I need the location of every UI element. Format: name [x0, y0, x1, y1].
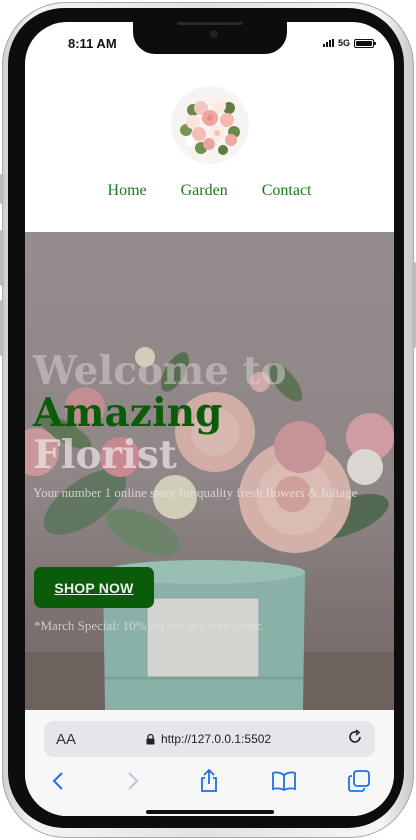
flower-bouquet-logo[interactable]	[171, 86, 249, 164]
home-indicator[interactable]	[146, 810, 274, 814]
shop-now-button[interactable]: SHOP NOW	[34, 567, 154, 608]
hero-banner: Welcome to Amazing Florist Your number 1…	[25, 232, 394, 710]
back-icon[interactable]	[45, 768, 71, 794]
nav-contact[interactable]: Contact	[262, 182, 312, 200]
tabs-icon[interactable]	[346, 768, 372, 794]
forward-icon[interactable]	[120, 768, 146, 794]
mute-switch	[0, 174, 4, 204]
volume-down-button	[0, 300, 4, 356]
text-size-button[interactable]: AA	[56, 731, 76, 748]
volume-up-button	[0, 230, 4, 286]
hero-tagline: Your number 1 online store for quality f…	[33, 485, 358, 500]
hero-heading: Welcome to Amazing Florist Your number 1…	[33, 350, 389, 500]
share-icon[interactable]	[196, 768, 222, 794]
reload-icon[interactable]	[347, 728, 363, 750]
hero-title-line1: Welcome to	[33, 348, 287, 394]
power-button	[412, 262, 416, 348]
bookmarks-icon[interactable]	[271, 768, 297, 794]
nav-garden[interactable]: Garden	[181, 182, 228, 200]
promo-text: *March Special: 10% off for any web orde…	[34, 618, 264, 633]
status-indicators: 5G	[322, 38, 376, 48]
notch	[133, 22, 287, 54]
speaker	[177, 22, 243, 25]
hero-title-line3: Florist	[33, 432, 177, 478]
url-text: http://127.0.0.1:5502	[161, 732, 272, 746]
browser-toolbar	[25, 768, 394, 794]
address-bar[interactable]: AA http://127.0.0.1:5502	[44, 721, 375, 757]
front-camera	[210, 30, 218, 38]
lock-icon	[146, 733, 155, 744]
main-nav: Home Garden Contact	[25, 182, 394, 200]
battery-icon	[354, 38, 376, 48]
nav-home[interactable]: Home	[108, 182, 147, 200]
network-label: 5G	[337, 38, 350, 48]
browser-bar: AA http://127.0.0.1:5502	[25, 710, 394, 816]
url-display[interactable]: http://127.0.0.1:5502	[146, 732, 271, 746]
signal-icon	[322, 39, 334, 47]
status-time: 8:11 AM	[68, 36, 117, 51]
screen: 8:11 AM 5G Home Garden Contact Welcome t…	[25, 22, 394, 816]
hero-title-line2: Amazing	[33, 390, 223, 436]
